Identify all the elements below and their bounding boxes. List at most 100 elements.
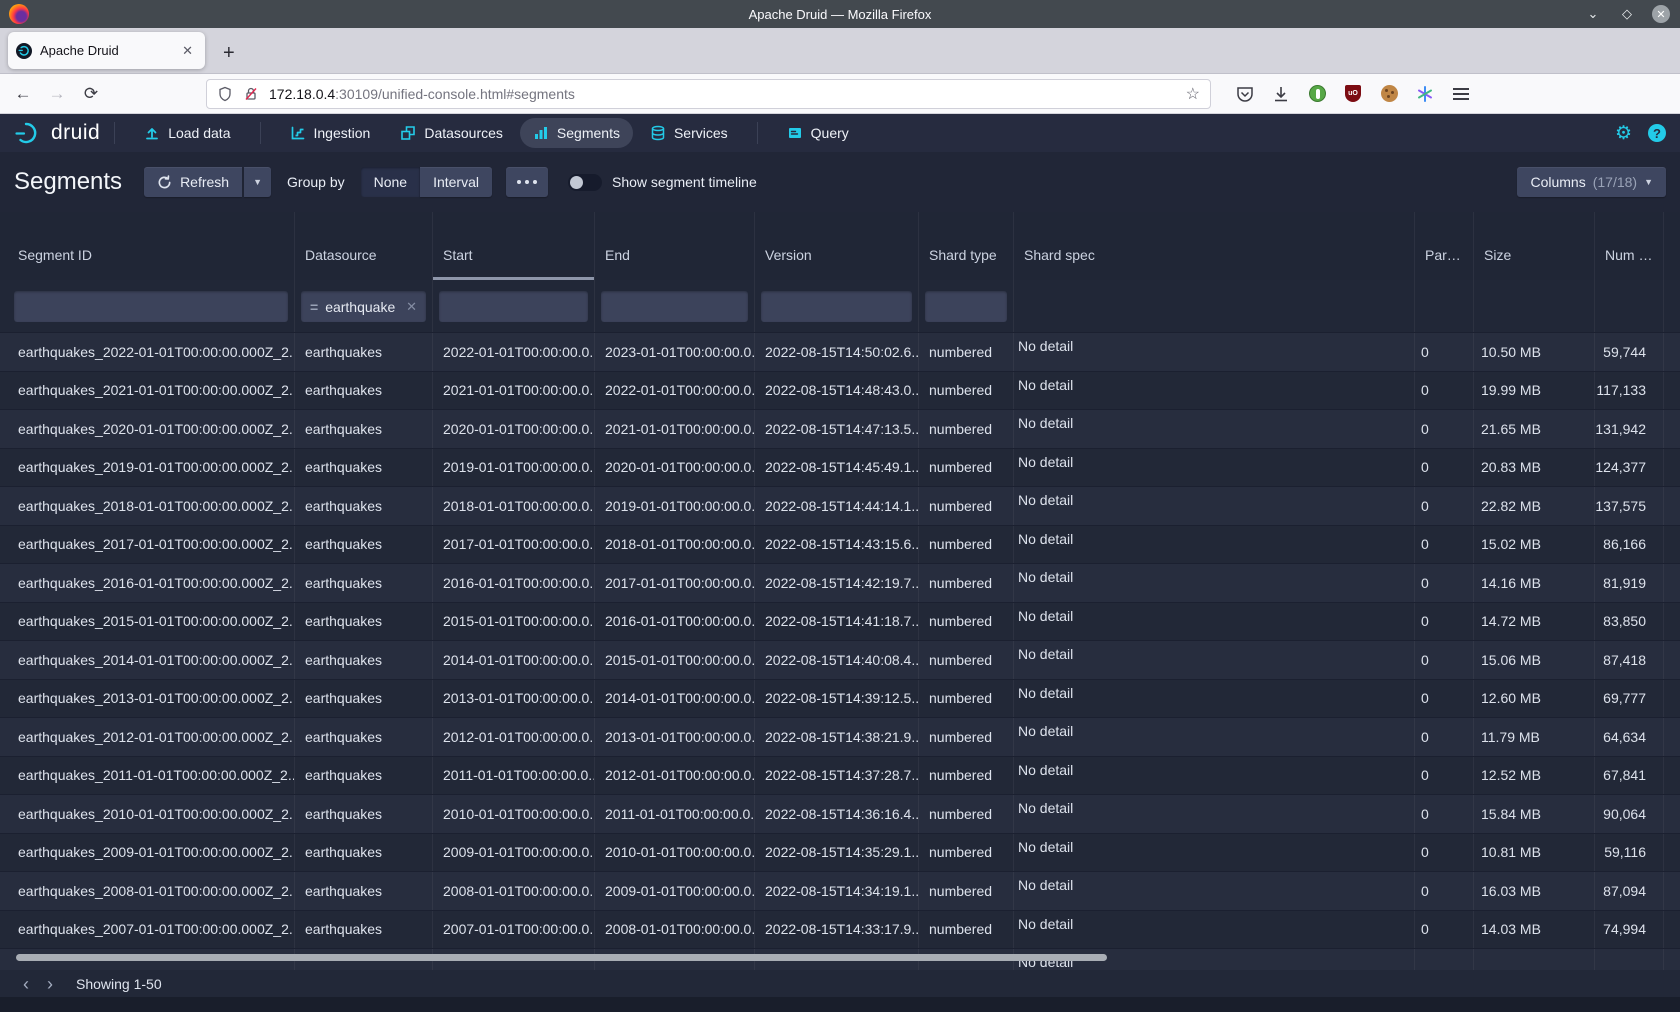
cell-segment_id: earthquakes_2007-01-01T00:00:00.000Z_2..… bbox=[8, 911, 295, 949]
table-row[interactable]: earthquakes_2011-01-01T00:00:00.000Z_2..… bbox=[0, 757, 1680, 796]
segment-timeline-toggle[interactable] bbox=[568, 174, 602, 191]
previous-page-icon[interactable]: ‹ bbox=[14, 975, 38, 993]
bookmark-star-icon[interactable]: ☆ bbox=[1186, 84, 1200, 104]
more-options-button[interactable] bbox=[506, 167, 548, 197]
menu-icon[interactable] bbox=[1451, 84, 1471, 104]
cell-segment_id: earthquakes_2016-01-01T00:00:00.000Z_2..… bbox=[8, 564, 295, 602]
column-header-num_rows[interactable]: Num rows bbox=[1595, 212, 1664, 280]
nav-item-services[interactable]: Services bbox=[637, 118, 741, 148]
column-header-label: Shard spec bbox=[1024, 247, 1095, 263]
cell-start: 2011-01-01T00:00:00.0... bbox=[433, 757, 595, 795]
filter-input-end[interactable] bbox=[601, 291, 748, 322]
window-maximize-icon[interactable]: ◇ bbox=[1618, 5, 1636, 23]
segments-view-header: Segments Refresh ▼ Group by None Interva… bbox=[0, 152, 1680, 212]
cell-num_rows: 117,133 bbox=[1595, 372, 1664, 410]
reload-icon[interactable]: ⟳ bbox=[76, 84, 106, 104]
table-row[interactable]: earthquakes_2022-01-01T00:00:00.000Z_2..… bbox=[0, 333, 1680, 372]
cell-start: 2008-01-01T00:00:00.0... bbox=[433, 872, 595, 910]
nav-item-query[interactable]: Query bbox=[774, 118, 862, 148]
column-header-partition[interactable]: Partition bbox=[1415, 212, 1474, 280]
tab-close-icon[interactable]: ✕ bbox=[178, 41, 197, 61]
nav-item-datasources[interactable]: Datasources bbox=[387, 118, 516, 148]
table-row[interactable]: earthquakes_2019-01-01T00:00:00.000Z_2..… bbox=[0, 449, 1680, 488]
table-row[interactable]: earthquakes_2008-01-01T00:00:00.000Z_2..… bbox=[0, 872, 1680, 911]
cell-start: 2018-01-01T00:00:00.0... bbox=[433, 487, 595, 525]
cell-size: 12.60 MB bbox=[1474, 680, 1595, 718]
filter-input-shard_type[interactable] bbox=[925, 291, 1007, 322]
column-header-size[interactable]: Size bbox=[1474, 212, 1595, 280]
table-row[interactable]: earthquakes_2007-01-01T00:00:00.000Z_2..… bbox=[0, 911, 1680, 950]
cookie-extension-icon[interactable] bbox=[1379, 84, 1399, 104]
column-header-start[interactable]: Start bbox=[433, 212, 595, 280]
window-close-icon[interactable]: ✕ bbox=[1652, 5, 1670, 23]
url-bar[interactable]: 172.18.0.4:30109/unified-console.html#se… bbox=[206, 79, 1211, 109]
table-row[interactable]: earthquakes_2018-01-01T00:00:00.000Z_2..… bbox=[0, 487, 1680, 526]
cell-end: 2020-01-01T00:00:00.0... bbox=[595, 449, 755, 487]
filter-chip-remove-icon[interactable]: ✕ bbox=[406, 299, 417, 315]
group-by-interval-button[interactable]: Interval bbox=[420, 167, 492, 197]
pocket-icon[interactable] bbox=[1235, 84, 1255, 104]
column-header-end[interactable]: End bbox=[595, 212, 755, 280]
tab-apache-druid[interactable]: Apache Druid ✕ bbox=[8, 32, 205, 69]
cell-segment_id: earthquakes_2019-01-01T00:00:00.000Z_2..… bbox=[8, 449, 295, 487]
filter-input-start[interactable] bbox=[439, 291, 588, 322]
cell-size: 12.52 MB bbox=[1474, 757, 1595, 795]
druid-brand[interactable]: druid bbox=[14, 120, 100, 146]
nav-item-load-data[interactable]: Load data bbox=[131, 118, 243, 148]
horizontal-scrollbar[interactable] bbox=[16, 954, 1107, 961]
cell-num_rows: 86,166 bbox=[1595, 526, 1664, 564]
druid-navbar: druid Load data IngestionDatasourcesSegme… bbox=[0, 114, 1680, 152]
filter-input-datasource[interactable]: =earthquake✕ bbox=[301, 291, 426, 322]
download-icon[interactable] bbox=[1271, 84, 1291, 104]
cell-datasource: earthquakes bbox=[295, 372, 433, 410]
table-row[interactable]: earthquakes_2015-01-01T00:00:00.000Z_2..… bbox=[0, 603, 1680, 642]
cell-num_rows: 87,094 bbox=[1595, 872, 1664, 910]
window-title: Apache Druid — Mozilla Firefox bbox=[0, 7, 1680, 22]
settings-gear-icon[interactable]: ⚙ bbox=[1615, 122, 1632, 145]
table-row[interactable]: earthquakes_2021-01-01T00:00:00.000Z_2..… bbox=[0, 372, 1680, 411]
column-header-shard_spec[interactable]: Shard spec bbox=[1014, 212, 1415, 280]
columns-button[interactable]: Columns (17/18) ▼ bbox=[1517, 167, 1666, 197]
cell-shard_type: numbered bbox=[919, 603, 1014, 641]
refresh-dropdown-button[interactable]: ▼ bbox=[244, 167, 271, 197]
cell-version: 2022-08-15T14:33:17.9... bbox=[755, 911, 919, 949]
table-row[interactable]: earthquakes_2016-01-01T00:00:00.000Z_2..… bbox=[0, 564, 1680, 603]
cell-segment_id: earthquakes_2015-01-01T00:00:00.000Z_2..… bbox=[8, 603, 295, 641]
table-row[interactable]: earthquakes_2009-01-01T00:00:00.000Z_2..… bbox=[0, 834, 1680, 873]
column-header-shard_type[interactable]: Shard type bbox=[919, 212, 1014, 280]
column-header-segment_id[interactable]: Segment ID bbox=[8, 212, 295, 280]
cell-segment_id: earthquakes_2011-01-01T00:00:00.000Z_2..… bbox=[8, 757, 295, 795]
column-header-version[interactable]: Version bbox=[755, 212, 919, 280]
table-row[interactable]: earthquakes_2012-01-01T00:00:00.000Z_2..… bbox=[0, 718, 1680, 757]
filter-input-version[interactable] bbox=[761, 291, 912, 322]
table-row[interactable]: earthquakes_2010-01-01T00:00:00.000Z_2..… bbox=[0, 795, 1680, 834]
help-icon[interactable]: ? bbox=[1648, 124, 1666, 142]
nav-item-ingestion[interactable]: Ingestion bbox=[277, 118, 384, 148]
new-tab-button[interactable]: + bbox=[223, 43, 235, 63]
next-page-icon[interactable]: › bbox=[38, 975, 62, 993]
column-header-label: Size bbox=[1484, 247, 1511, 263]
extensions-asterisk-icon[interactable] bbox=[1415, 84, 1435, 104]
shield-permissions-icon[interactable] bbox=[217, 86, 233, 102]
table-row[interactable]: earthquakes_2013-01-01T00:00:00.000Z_2..… bbox=[0, 680, 1680, 719]
cell-segment_id: earthquakes_2018-01-01T00:00:00.000Z_2..… bbox=[8, 487, 295, 525]
filter-input-segment_id[interactable] bbox=[14, 291, 288, 322]
ublock-origin-icon[interactable]: uO bbox=[1343, 84, 1363, 104]
nav-item-segments[interactable]: Segments bbox=[520, 118, 633, 148]
cell-start: 2009-01-01T00:00:00.0... bbox=[433, 834, 595, 872]
cell-datasource: earthquakes bbox=[295, 872, 433, 910]
column-header-datasource[interactable]: Datasource bbox=[295, 212, 433, 280]
refresh-button[interactable]: Refresh bbox=[144, 167, 242, 197]
window-minimize-icon[interactable]: ⌄ bbox=[1584, 5, 1602, 23]
cell-partition: 0 bbox=[1415, 372, 1474, 410]
forward-icon[interactable]: → bbox=[42, 84, 72, 104]
insecure-lock-icon[interactable] bbox=[243, 86, 259, 102]
extension-privacy-icon[interactable] bbox=[1307, 84, 1327, 104]
cell-partition: 0 bbox=[1415, 487, 1474, 525]
back-icon[interactable]: ← bbox=[8, 84, 38, 104]
table-row[interactable]: earthquakes_2017-01-01T00:00:00.000Z_2..… bbox=[0, 526, 1680, 565]
table-row[interactable]: earthquakes_2020-01-01T00:00:00.000Z_2..… bbox=[0, 410, 1680, 449]
group-by-none-button[interactable]: None bbox=[361, 167, 420, 197]
table-row[interactable]: earthquakes_2014-01-01T00:00:00.000Z_2..… bbox=[0, 641, 1680, 680]
cell-start: 2019-01-01T00:00:00.0... bbox=[433, 449, 595, 487]
